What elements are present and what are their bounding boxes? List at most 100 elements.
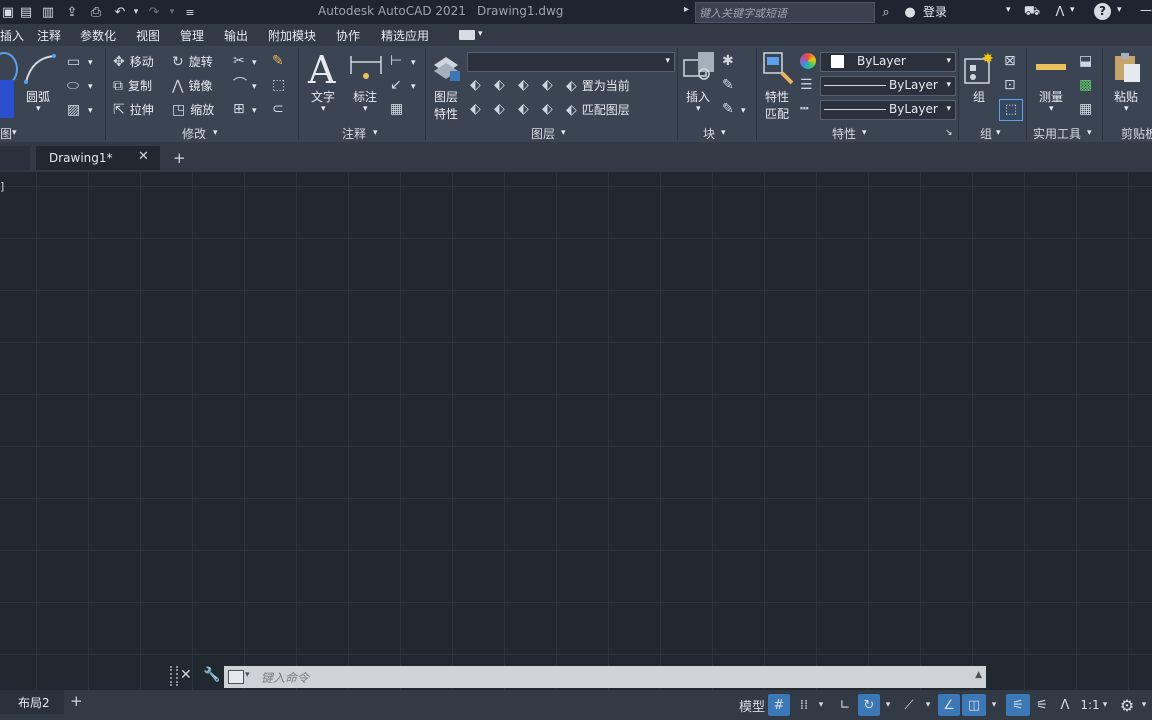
- hatch-icon[interactable]: ▨: [67, 103, 80, 117]
- lineweight-icon[interactable]: ☰: [800, 78, 813, 92]
- block-panel-dropdown-icon[interactable]: ▾: [721, 128, 726, 138]
- grid-icon[interactable]: #: [768, 694, 790, 716]
- move-button[interactable]: ✥ 移动: [113, 53, 154, 70]
- snap-icon[interactable]: ⁞⁞: [794, 694, 814, 716]
- auto-scale-icon[interactable]: ⚟: [1032, 694, 1052, 716]
- groups-panel-title[interactable]: 组: [980, 125, 992, 142]
- draw-panel-title[interactable]: 图: [0, 125, 12, 142]
- utilities-panel-dropdown-icon[interactable]: ▾: [1087, 128, 1092, 138]
- ribbon-minimize-dropdown-icon[interactable]: ▾: [478, 29, 483, 39]
- help-icon[interactable]: ?: [1094, 3, 1111, 20]
- group-selection-icon[interactable]: ⬚: [999, 99, 1023, 121]
- layer-thaw-icon[interactable]: ⬖: [518, 102, 529, 116]
- redo-icon[interactable]: ↷: [146, 4, 162, 20]
- search-icon[interactable]: ⌕: [878, 4, 894, 20]
- modify-panel-title[interactable]: 修改: [182, 125, 206, 142]
- modify-panel-dropdown-icon[interactable]: ▾: [213, 128, 218, 138]
- annotation-scale-value[interactable]: 1:1: [1080, 694, 1100, 716]
- layout-tab[interactable]: 布局2: [0, 690, 64, 714]
- layer-dropdown[interactable]: ▾: [467, 52, 675, 72]
- arc-icon[interactable]: [22, 52, 58, 86]
- customize-command-line-icon[interactable]: 🔧: [203, 667, 220, 683]
- tab-insert[interactable]: 插入: [0, 27, 24, 44]
- set-current-button[interactable]: ⬖ 置为当前: [566, 77, 630, 94]
- app-dropdown-icon[interactable]: ▾: [1070, 5, 1075, 15]
- select-all-icon[interactable]: ▩: [1079, 78, 1092, 92]
- annotation-scale-icon[interactable]: Ʌ: [1054, 694, 1076, 716]
- ungroup-icon[interactable]: ⊠: [1004, 54, 1016, 68]
- snap-dropdown-icon[interactable]: ▾: [815, 694, 827, 716]
- insert-block-icon[interactable]: [682, 50, 718, 84]
- ellipse-icon[interactable]: ⬭: [67, 79, 79, 93]
- export-icon[interactable]: ⇪: [64, 4, 80, 20]
- close-command-line-icon[interactable]: ✕: [180, 667, 192, 683]
- table-icon[interactable]: ▦: [390, 102, 403, 116]
- tab-collaborate[interactable]: 协作: [336, 27, 360, 44]
- cart-icon[interactable]: ⛟: [1024, 4, 1040, 20]
- mirror-button[interactable]: ⋀ 镜像: [172, 77, 213, 94]
- object-snap-icon[interactable]: ◫: [962, 694, 986, 716]
- ortho-icon[interactable]: ∟: [834, 694, 856, 716]
- measure-label[interactable]: 测量: [1039, 88, 1063, 105]
- viewport-control-icon[interactable]: ]: [0, 180, 4, 193]
- help-dropdown-icon[interactable]: ▾: [1117, 5, 1122, 15]
- layer-isolate-icon[interactable]: ⬖: [494, 78, 505, 92]
- edit-attribute-icon[interactable]: ✎: [722, 102, 734, 116]
- color-dropdown[interactable]: ByLayer ▾: [820, 52, 956, 72]
- erase-icon[interactable]: ✎: [272, 54, 284, 68]
- insert-label[interactable]: 插入: [686, 88, 710, 105]
- annotation-panel-title[interactable]: 注释: [342, 125, 366, 142]
- user-icon[interactable]: ●: [902, 4, 918, 20]
- linear-dimension-icon[interactable]: ⊢: [390, 54, 402, 68]
- start-tab[interactable]: [0, 146, 30, 170]
- new-tab-icon[interactable]: +: [173, 149, 186, 167]
- insert-dropdown-icon[interactable]: ▾: [696, 104, 701, 114]
- tab-parametric[interactable]: 参数化: [80, 27, 116, 44]
- create-block-icon[interactable]: ✱: [722, 54, 734, 68]
- explode-icon[interactable]: ⬚: [272, 78, 285, 92]
- match-layer-button[interactable]: ⬖ 匹配图层: [566, 101, 630, 118]
- command-dropdown-icon[interactable]: ▾: [245, 670, 250, 680]
- undo-icon[interactable]: ↶: [112, 4, 128, 20]
- login-dropdown-icon[interactable]: ▾: [1006, 5, 1011, 15]
- arc-dropdown-icon[interactable]: ▾: [36, 104, 41, 114]
- search-expand-icon[interactable]: ▸: [684, 4, 689, 15]
- layer-on-icon[interactable]: ⬖: [470, 102, 481, 116]
- add-layout-icon[interactable]: +: [70, 692, 83, 710]
- dimension-icon[interactable]: [348, 52, 384, 86]
- linetype-icon[interactable]: ┅: [800, 102, 808, 116]
- ribbon-minimize-icon[interactable]: [459, 30, 475, 40]
- model-space-button[interactable]: 模型: [738, 694, 766, 716]
- leader-dropdown-icon[interactable]: ▾: [411, 82, 416, 92]
- properties-panel-title[interactable]: 特性: [832, 125, 856, 142]
- block-panel-title[interactable]: 块: [703, 125, 715, 142]
- layer-off-icon[interactable]: ⬖: [470, 78, 481, 92]
- tab-annotate[interactable]: 注释: [37, 27, 61, 44]
- layer-lock-icon[interactable]: ⬖: [542, 78, 553, 92]
- tab-view[interactable]: 视图: [136, 27, 160, 44]
- clipboard-panel-title[interactable]: 剪贴板: [1121, 125, 1152, 142]
- command-history-icon[interactable]: ▲: [975, 670, 982, 680]
- match-properties-label-2[interactable]: 匹配: [765, 105, 789, 122]
- text-dropdown-icon[interactable]: ▾: [321, 104, 326, 114]
- paste-icon[interactable]: [1112, 50, 1142, 84]
- tab-output[interactable]: 输出: [224, 27, 248, 44]
- lineweight-dropdown[interactable]: ByLayer ▾: [820, 76, 956, 96]
- undo-dropdown-icon[interactable]: ▾: [128, 4, 144, 20]
- annotation-scale-dropdown-icon[interactable]: ▾: [1100, 694, 1110, 716]
- offset-icon[interactable]: ⊂: [272, 102, 284, 116]
- ellipse-dropdown-icon[interactable]: ▾: [88, 82, 93, 92]
- redo-dropdown-icon[interactable]: ▾: [164, 4, 180, 20]
- trim-dropdown-icon[interactable]: ▾: [252, 58, 257, 68]
- paste-dropdown-icon[interactable]: ▾: [1124, 104, 1129, 114]
- arc-label[interactable]: 圆弧: [26, 88, 50, 105]
- array-dropdown-icon[interactable]: ▾: [252, 106, 257, 116]
- autodesk-app-icon[interactable]: Ʌ: [1052, 4, 1068, 20]
- customize-quick-access-icon[interactable]: ≡: [182, 4, 198, 20]
- annotation-visibility-icon[interactable]: ⚟: [1006, 694, 1030, 716]
- color-wheel-icon[interactable]: [800, 53, 816, 69]
- layer-properties-label-1[interactable]: 图层: [434, 88, 458, 105]
- command-input[interactable]: ▾ 键入命令 ▲: [224, 666, 986, 688]
- layer-freeze-icon[interactable]: ⬖: [518, 78, 529, 92]
- calculator-icon[interactable]: ▦: [1079, 102, 1092, 116]
